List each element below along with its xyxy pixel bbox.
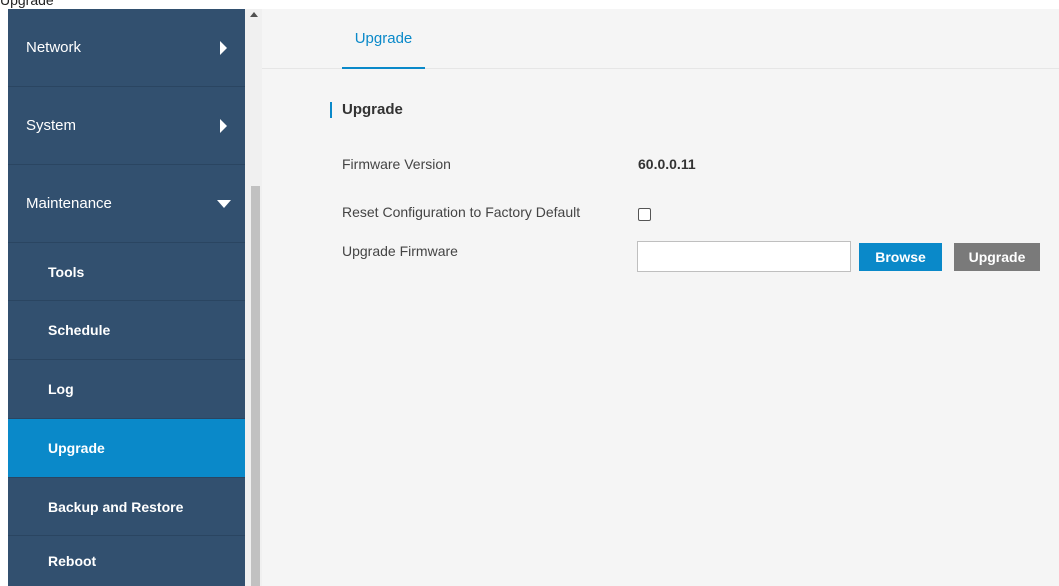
sidebar-item-tools[interactable]: Tools xyxy=(8,243,245,301)
sidebar-item-log[interactable]: Log xyxy=(8,360,245,419)
sidebar-item-label: Maintenance xyxy=(26,195,112,212)
sidebar-item-label: Tools xyxy=(48,263,85,280)
browse-button[interactable]: Browse xyxy=(859,243,942,271)
upgrade-firmware-label: Upgrade Firmware xyxy=(342,243,458,259)
caret-right-icon xyxy=(220,40,227,55)
upgrade-button[interactable]: Upgrade xyxy=(954,243,1040,271)
sidebar-item-system[interactable]: System xyxy=(8,87,245,165)
sidebar-item-label: Network xyxy=(26,39,82,56)
main-content: Upgrade Firmware Version 60.0.0.11 Reset… xyxy=(262,69,1059,586)
caret-down-icon xyxy=(217,199,231,208)
scroll-up-arrow-icon[interactable] xyxy=(250,12,258,17)
sidebar-item-label: System xyxy=(26,117,77,134)
sidebar-item-backup-and-restore[interactable]: Backup and Restore xyxy=(8,478,245,536)
sidebar-item-reboot[interactable]: Reboot xyxy=(8,536,245,586)
sidebar-item-label: Upgrade xyxy=(48,440,105,456)
reset-factory-default-label: Reset Configuration to Factory Default xyxy=(342,204,581,220)
sidebar-item-label: Schedule xyxy=(48,322,111,338)
section-title: Upgrade xyxy=(330,102,403,118)
tab-bar: Upgrade xyxy=(262,9,1059,69)
sidebar-item-label: Reboot xyxy=(48,553,97,569)
firmware-version-value: 60.0.0.11 xyxy=(638,156,696,172)
sidebar-item-schedule[interactable]: Schedule xyxy=(8,301,245,360)
sidebar-item-upgrade[interactable]: Upgrade xyxy=(8,419,245,478)
top-label: Upgrade xyxy=(0,0,54,8)
sidebar-item-network[interactable]: Network xyxy=(8,9,245,87)
sidebar: Network System Maintenance Tools Schedul… xyxy=(8,9,245,586)
sidebar-scrollbar[interactable] xyxy=(245,9,262,586)
firmware-file-input[interactable] xyxy=(637,241,851,272)
caret-right-icon xyxy=(220,118,227,133)
firmware-version-label: Firmware Version xyxy=(342,156,451,172)
top-strip: Upgrade xyxy=(0,0,1059,9)
reset-factory-default-checkbox[interactable] xyxy=(638,208,651,221)
sidebar-item-maintenance[interactable]: Maintenance xyxy=(8,165,245,243)
sidebar-item-label: Backup and Restore xyxy=(48,498,184,515)
sidebar-item-label: Log xyxy=(48,381,74,397)
tab-upgrade[interactable]: Upgrade xyxy=(342,9,425,69)
scrollbar-thumb[interactable] xyxy=(251,186,260,586)
